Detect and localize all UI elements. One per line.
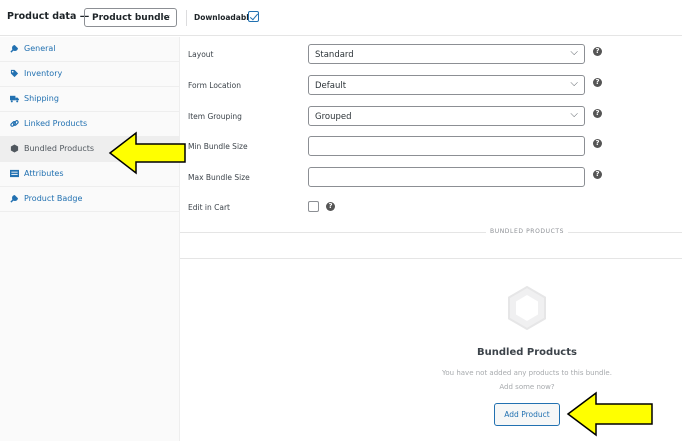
empty-state-prompt: Add some now? <box>499 383 555 391</box>
form-location-value: Default <box>315 81 347 91</box>
item-grouping-row: Item Grouping Grouped ⌵ ? <box>188 106 682 130</box>
empty-state-title: Bundled Products <box>477 347 577 358</box>
chevron-down-icon: ⌵ <box>570 47 578 58</box>
edit-in-cart-row: Edit in Cart ? <box>188 201 682 225</box>
form-location-row: Form Location Default ⌵ ? <box>188 75 682 99</box>
cube-icon <box>10 144 19 153</box>
tab-product-badge[interactable]: Product Badge <box>0 187 180 212</box>
tab-shipping-label: Shipping <box>24 94 59 103</box>
help-icon[interactable]: ? <box>326 202 335 211</box>
help-icon[interactable]: ? <box>593 109 602 118</box>
tab-inventory-label: Inventory <box>24 69 63 78</box>
section-divider <box>180 232 682 233</box>
tag-icon <box>10 69 19 78</box>
wrench-icon <box>10 44 19 53</box>
help-icon[interactable]: ? <box>593 170 602 179</box>
downloadable-checkbox[interactable] <box>248 11 259 22</box>
bundle-placeholder-icon <box>508 285 546 331</box>
link-icon <box>10 119 19 128</box>
product-data-tabs: General Inventory Shipping Linked Produc… <box>0 37 180 441</box>
max-bundle-size-label: Max Bundle Size <box>188 173 250 182</box>
product-type-select[interactable]: Product bundle ⌵ <box>84 8 177 27</box>
edit-in-cart-label: Edit in Cart <box>188 203 230 212</box>
chevron-down-icon: ⌵ <box>570 78 578 89</box>
truck-icon <box>10 94 19 103</box>
max-bundle-size-row: Max Bundle Size ? <box>188 167 682 191</box>
tab-general-label: General <box>24 44 56 53</box>
edit-in-cart-checkbox[interactable] <box>308 201 319 212</box>
header-separator <box>186 10 187 26</box>
empty-state-message: You have not added any products to this … <box>442 369 612 377</box>
layout-select[interactable]: Standard ⌵ <box>308 44 585 64</box>
list-icon <box>10 169 19 178</box>
tab-linked-products-label: Linked Products <box>24 119 88 128</box>
item-grouping-select[interactable]: Grouped ⌵ <box>308 106 585 126</box>
tab-general[interactable]: General <box>0 37 180 62</box>
arrow-left-icon <box>566 391 653 437</box>
tab-shipping[interactable]: Shipping <box>0 87 180 112</box>
product-data-header: Product data — Product bundle ⌵ Download… <box>0 0 682 36</box>
form-location-select[interactable]: Default ⌵ <box>308 75 585 95</box>
add-product-button[interactable]: Add Product <box>494 403 560 426</box>
section-border <box>180 258 682 259</box>
item-grouping-value: Grouped <box>315 112 352 122</box>
wrench-icon <box>10 194 19 203</box>
chevron-down-icon: ⌵ <box>162 11 170 22</box>
layout-value: Standard <box>315 50 354 60</box>
help-icon[interactable]: ? <box>593 78 602 87</box>
tab-bundled-products-label: Bundled Products <box>24 144 95 153</box>
item-grouping-label: Item Grouping <box>188 112 242 121</box>
tab-attributes-label: Attributes <box>24 169 64 178</box>
form-location-label: Form Location <box>188 81 241 90</box>
min-bundle-size-row: Min Bundle Size ? <box>188 136 682 160</box>
chevron-down-icon: ⌵ <box>570 109 578 120</box>
tab-inventory[interactable]: Inventory <box>0 62 180 87</box>
help-icon[interactable]: ? <box>593 47 602 56</box>
layout-label: Layout <box>188 50 214 59</box>
help-icon[interactable]: ? <box>593 139 602 148</box>
max-bundle-size-input[interactable] <box>308 167 585 187</box>
arrow-left-icon <box>108 131 186 175</box>
product-data-label: Product data — <box>7 11 90 22</box>
layout-row: Layout Standard ⌵ ? <box>188 44 682 68</box>
tab-product-badge-label: Product Badge <box>24 194 83 203</box>
bundled-products-heading: BUNDLED PRODUCTS <box>486 228 569 235</box>
min-bundle-size-input[interactable] <box>308 136 585 156</box>
min-bundle-size-label: Min Bundle Size <box>188 142 248 151</box>
product-type-value: Product bundle <box>92 13 170 23</box>
